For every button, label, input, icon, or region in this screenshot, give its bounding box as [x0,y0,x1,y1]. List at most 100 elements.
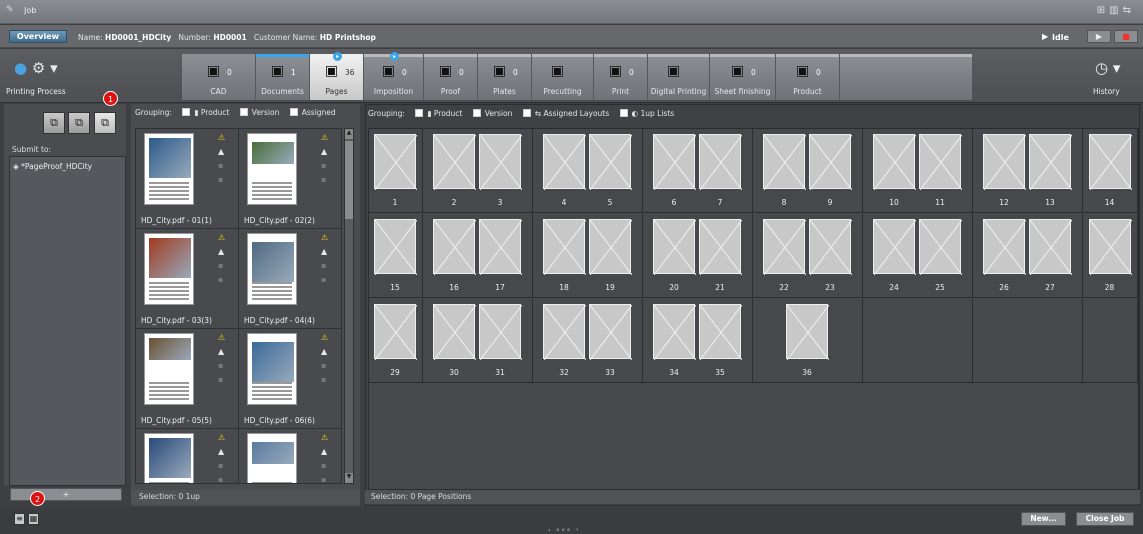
scroll-thumb[interactable] [345,141,353,219]
page-slot[interactable]: 18 19 [533,214,643,298]
page-placeholder[interactable] [763,134,806,190]
vertical-scrollbar[interactable]: ▲ ▼ [344,128,354,484]
page-slot[interactable]: 30 31 [423,299,533,383]
page-placeholder[interactable] [479,304,522,360]
page-placeholder[interactable] [589,219,632,275]
page-placeholder[interactable] [543,219,586,275]
page-placeholder[interactable] [374,134,417,190]
assigned-layouts-checkbox[interactable] [522,109,531,117]
page-placeholder[interactable] [1088,219,1132,275]
page-slot[interactable]: 34 35 [643,299,753,383]
page-placeholder[interactable] [699,219,742,275]
product-checkbox[interactable] [182,108,191,116]
page-placeholder[interactable] [1029,134,1072,190]
document-thumbnail[interactable]: ⚠ ▲ ▪ ▪ [136,429,239,483]
add-button[interactable]: + [10,488,122,501]
history-icon: ◷ ▾ [1095,59,1121,77]
page-placeholder[interactable] [433,134,476,190]
view-mode-button-2[interactable]: ⧉ [68,112,90,134]
assigned-checkbox[interactable] [289,108,298,116]
page-placeholder[interactable] [763,219,806,275]
splitter-handle[interactable]: ▴ ▪▪▪ ▾ [548,527,608,533]
close-job-button[interactable]: Close Job [1076,512,1134,526]
page-slot[interactable]: 22 23 [753,214,863,298]
page-placeholder[interactable] [873,134,916,190]
page-slot[interactable]: 26 27 [973,214,1083,298]
document-thumbnail[interactable]: ⚠ ▲ ▪ ▪ HD_City.pdf - 05(5) [136,329,239,429]
page-placeholder[interactable] [809,219,852,275]
page-placeholder[interactable] [1088,134,1132,190]
page-slot[interactable]: 28 [1083,214,1138,298]
page-placeholder[interactable] [433,304,476,360]
document-thumbnail[interactable]: ⚠ ▲ ▪ ▪ [239,429,341,483]
page-placeholder[interactable] [873,219,916,275]
scroll-up-icon[interactable]: ▲ [345,129,353,139]
page-placeholder[interactable] [919,219,962,275]
view-mode-button-3[interactable]: ⧉ [94,112,116,134]
1up-lists-checkbox[interactable] [619,109,628,117]
page-placeholder[interactable] [589,304,632,360]
page-placeholder[interactable] [983,134,1026,190]
page-slot[interactable]: 10 11 [863,129,973,213]
page-placeholder[interactable] [653,134,696,190]
page-slot[interactable]: 12 13 [973,129,1083,213]
page-placeholder[interactable] [374,219,417,275]
document-thumbnail[interactable]: ⚠ ▲ ▪ ▪ HD_City.pdf - 03(3) [136,229,239,329]
page-placeholder[interactable] [543,304,586,360]
document-thumbnail[interactable]: ⚠ ▲ ▪ ▪ HD_City.pdf - 02(2) [239,129,341,229]
page-placeholder[interactable] [653,304,696,360]
start-button[interactable]: ▶ [1087,30,1111,43]
step-cad[interactable]: ▣ 0 CAD [182,54,256,100]
page-slot[interactable]: 15 [369,214,423,298]
history-button[interactable]: ◷ ▾ History [1073,53,1141,99]
page-slot[interactable]: 45 [533,129,643,213]
page-placeholder[interactable] [653,219,696,275]
document-thumbnail[interactable]: ⚠ ▲ ▪ ▪ HD_City.pdf - 01(1) [136,129,239,229]
submit-item[interactable]: ◈ *PageProof_HDCity [13,162,92,171]
window-controls-icon[interactable]: ⊞▥⇆ [1097,5,1135,16]
document-thumbnail[interactable]: ⚠ ▲ ▪ ▪ HD_City.pdf - 06(6) [239,329,341,429]
view-mode-button-1[interactable]: ⧉ [43,112,65,134]
detail-view-icon[interactable]: ▦ [28,513,39,525]
page-placeholder[interactable] [983,219,1026,275]
page-slot[interactable]: 1 [369,129,423,213]
page-placeholder[interactable] [543,134,586,190]
page-slot[interactable]: 16 17 [423,214,533,298]
page-slot[interactable]: 36 [753,299,863,383]
status-icon: ▪ [218,361,224,370]
page-slot[interactable]: 14 [1083,129,1138,213]
page-placeholder[interactable] [479,219,522,275]
list-view-icon[interactable]: ≡ [14,513,25,525]
page-slot[interactable]: 89 [753,129,863,213]
page-slot[interactable]: 29 [369,299,423,383]
pages-version-checkbox[interactable] [472,109,481,117]
step-product[interactable]: ▣ 0 Product [776,54,840,100]
page-placeholder[interactable] [479,134,522,190]
page-slot[interactable]: 23 [423,129,533,213]
page-placeholder[interactable] [809,134,852,190]
page-slot[interactable]: 24 25 [863,214,973,298]
page-placeholder[interactable] [1029,219,1072,275]
pages-product-checkbox[interactable] [415,109,424,117]
page-slot[interactable]: 67 [643,129,753,213]
new-button[interactable]: New... [1021,512,1066,526]
page-placeholder[interactable] [699,134,742,190]
printing-process-button[interactable]: ● ⚙ ▾ Printing Process [6,53,76,99]
page-slot[interactable] [973,299,1083,383]
page-placeholder[interactable] [589,134,632,190]
scroll-down-icon[interactable]: ▼ [345,473,353,483]
stop-button[interactable]: ■ [1114,30,1138,43]
page-slot[interactable]: 20 21 [643,214,753,298]
page-placeholder[interactable] [433,219,476,275]
page-slot[interactable] [1083,299,1138,383]
page-placeholder[interactable] [786,304,829,360]
document-thumbnail[interactable]: ⚠ ▲ ▪ ▪ HD_City.pdf - 04(4) [239,229,341,329]
page-slot[interactable] [863,299,973,383]
version-checkbox[interactable] [239,108,248,116]
preview-image [149,338,191,360]
page-slot[interactable]: 32 33 [533,299,643,383]
overview-button[interactable]: Overview [9,30,67,43]
page-placeholder[interactable] [919,134,962,190]
page-placeholder[interactable] [374,304,417,360]
page-placeholder[interactable] [699,304,742,360]
